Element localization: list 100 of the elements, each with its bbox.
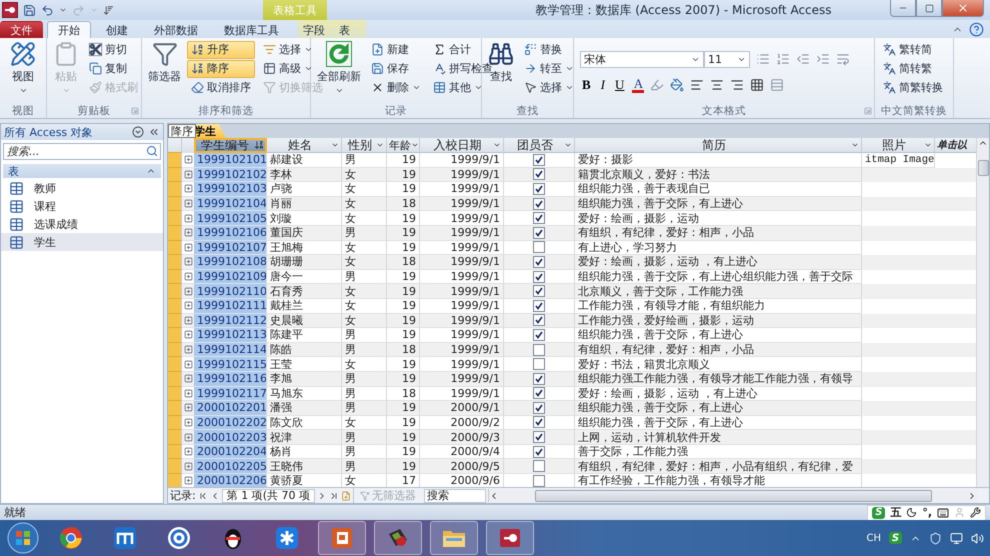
ime-logo[interactable]: S	[889, 532, 902, 544]
chrome-icon[interactable]	[59, 526, 83, 550]
checkbox[interactable]	[533, 431, 545, 444]
checkbox[interactable]	[533, 182, 545, 195]
font-field[interactable]: 宋体	[580, 50, 704, 68]
ribbon-button[interactable]: 选择	[259, 40, 327, 58]
ribbon-tab[interactable]: 字段	[298, 21, 330, 38]
close-button[interactable]	[942, 0, 984, 17]
italic-button[interactable]: I	[598, 77, 608, 93]
column-header[interactable]: 性别	[342, 138, 387, 153]
language-indicator[interactable]: CH	[866, 532, 881, 544]
checkbox[interactable]	[533, 446, 545, 458]
ribbon-button[interactable]: 替换	[520, 40, 578, 58]
search-field[interactable]: 搜索	[424, 488, 486, 502]
maximize-button[interactable]	[916, 0, 942, 17]
ribbon-button[interactable]: 新建	[367, 40, 425, 58]
checkbox[interactable]	[533, 328, 545, 341]
ribbon-tab[interactable]: 外部数据	[143, 21, 209, 38]
ribbon-button[interactable]: 删除	[367, 78, 425, 96]
first-record-button[interactable]	[198, 490, 208, 500]
checkbox[interactable]	[533, 387, 545, 400]
ribbon-tab[interactable]: 开始	[47, 21, 91, 38]
first-icon	[198, 490, 208, 500]
column-header[interactable]: 姓名	[267, 138, 342, 153]
checkbox[interactable]	[533, 285, 545, 298]
checkbox[interactable]	[533, 256, 545, 268]
column-header[interactable]: 照片	[862, 138, 935, 153]
ribbon-button[interactable]: 筛选器	[146, 38, 183, 98]
save-button[interactable]	[23, 4, 36, 16]
checkbox[interactable]	[533, 226, 545, 239]
star-app-icon[interactable]	[275, 526, 299, 550]
section-header[interactable]: 表	[3, 164, 161, 178]
nav-item[interactable]: 课程	[1, 197, 163, 215]
checkbox[interactable]	[533, 416, 545, 428]
column-header[interactable]: 入校日期	[420, 138, 504, 153]
ribbon-button[interactable]: 复制	[85, 60, 142, 78]
ime-punctuation[interactable]: °,	[922, 506, 932, 519]
collapse-pane-button[interactable]	[148, 126, 160, 138]
ribbon-button[interactable]: 简繁转换	[879, 78, 949, 96]
checkbox[interactable]	[533, 344, 545, 356]
nav-item[interactable]: 选课成绩	[1, 215, 163, 233]
ribbon-button[interactable]: 取消排序	[187, 78, 255, 96]
start-button[interactable]	[6, 521, 40, 555]
ribbon-button[interactable]: 繁转简	[879, 40, 949, 58]
checkbox[interactable]	[533, 314, 545, 326]
list-filter-icon	[263, 43, 276, 56]
table-icon	[433, 81, 446, 94]
slides-app-icon[interactable]	[330, 526, 354, 550]
ribbon-button[interactable]: 合计	[429, 40, 497, 58]
record-position-field[interactable]: 第 1 项(共 70 项	[222, 488, 315, 502]
database-app-icon[interactable]	[498, 526, 522, 550]
ribbon-tab[interactable]: 文件	[0, 21, 43, 38]
font-color-button[interactable]: A	[632, 78, 644, 92]
ribbon-button[interactable]: 升序	[187, 40, 255, 58]
column-header[interactable]: 年龄	[387, 138, 420, 153]
scrollbar-thumb[interactable]	[534, 490, 932, 502]
checkbox[interactable]	[533, 154, 545, 166]
ribbon-tab[interactable]: 表	[334, 21, 355, 38]
nav-item[interactable]: 教师	[1, 179, 163, 197]
ribbon-button[interactable]: 转至	[520, 60, 578, 78]
ribbon-button[interactable]: 降序	[187, 60, 255, 78]
column-header[interactable]: 简历	[575, 138, 862, 153]
ribbon-button[interactable]: 选择	[520, 78, 578, 96]
checkbox[interactable]	[533, 372, 545, 385]
checkbox[interactable]	[533, 198, 545, 210]
checkbox[interactable]	[533, 270, 545, 283]
ribbon-tab[interactable]: 创建	[95, 21, 139, 38]
column-header[interactable]: 单击以	[935, 138, 976, 153]
ime-mode[interactable]: 五	[890, 505, 902, 520]
conversion-icon	[883, 81, 896, 94]
scrollbar-thumb[interactable]	[978, 160, 988, 176]
ribbon-tab[interactable]: 数据库工具	[213, 21, 290, 38]
underline-button[interactable]: U	[613, 77, 626, 93]
checkbox[interactable]	[533, 402, 545, 414]
undo-button[interactable]	[41, 4, 54, 16]
checkbox[interactable]	[533, 241, 545, 254]
ribbon-button[interactable]: 保存	[367, 60, 425, 78]
ribbon-button[interactable]: 剪切	[85, 40, 142, 58]
ime-logo[interactable]: S	[872, 506, 886, 518]
app-icon[interactable]	[113, 526, 137, 550]
browser-icon[interactable]	[167, 526, 191, 550]
minimize-button[interactable]	[890, 0, 916, 17]
checkbox[interactable]	[533, 212, 545, 224]
bold-button[interactable]: B	[580, 77, 593, 93]
pointer-icon	[524, 81, 537, 94]
help-button[interactable]	[969, 22, 984, 36]
ribbon-button[interactable]: 视图	[4, 38, 42, 98]
search-field[interactable]: 搜索...	[3, 143, 161, 160]
font-size-field[interactable]: 11	[704, 50, 750, 68]
checkbox[interactable]	[533, 460, 545, 472]
checkbox[interactable]	[533, 168, 545, 180]
checkbox[interactable]	[533, 474, 545, 487]
ribbon-button[interactable]: 简转繁	[879, 60, 949, 78]
nav-item[interactable]: 学生	[1, 233, 163, 251]
nav-menu-button[interactable]	[132, 126, 144, 138]
dropdown-icon	[565, 83, 574, 92]
checkbox[interactable]	[533, 300, 545, 312]
last-record-button[interactable]	[329, 490, 339, 500]
checkbox[interactable]	[533, 358, 545, 370]
column-header[interactable]: 团员否	[504, 138, 575, 153]
